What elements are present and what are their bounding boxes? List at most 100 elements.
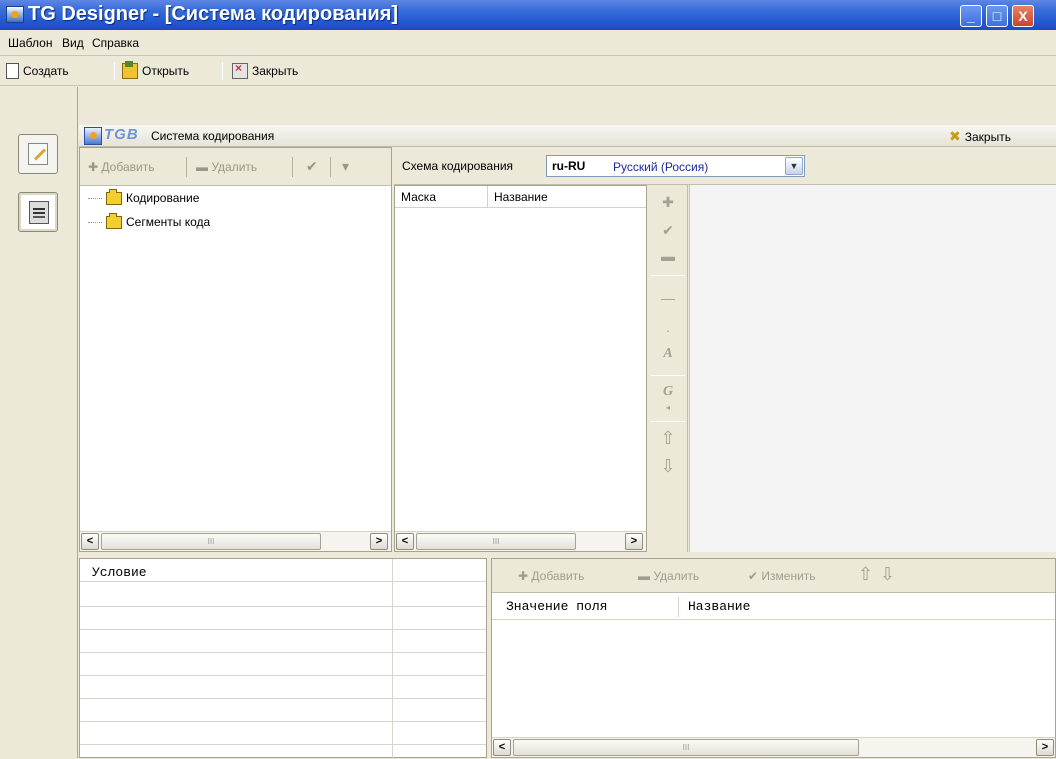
- mask-tool-strip: ✚ ✔ ▬ — · A G ◂ ⇧ ⇩: [648, 185, 688, 552]
- minimize-button[interactable]: _: [960, 5, 982, 27]
- scroll-right-button[interactable]: >: [370, 533, 388, 550]
- edit-area[interactable]: [689, 185, 1056, 552]
- mask-list[interactable]: Маска Название < III >: [394, 185, 647, 552]
- column-header-mask[interactable]: Маска: [395, 186, 487, 208]
- column-divider: [392, 559, 393, 759]
- scheme-code: ru-RU: [552, 159, 586, 173]
- document-icon: [29, 201, 49, 224]
- column-header-name[interactable]: Название: [487, 186, 646, 208]
- grid-row-line: [80, 744, 486, 745]
- tree-toolbar: ✚ Добавить ▬ Удалить ✔ ▾: [80, 148, 391, 186]
- filter-icon[interactable]: ▾: [342, 158, 349, 175]
- column-header-field-value[interactable]: Значение поля: [506, 599, 607, 614]
- move-down-icon[interactable]: ⇩: [659, 457, 677, 475]
- strip-separator: [651, 375, 685, 376]
- header-divider: [492, 619, 1055, 620]
- scroll-left-button[interactable]: <: [396, 533, 414, 550]
- pencil-icon: [28, 143, 48, 165]
- close-x-icon: ✖: [949, 128, 961, 144]
- grid-row-line: [80, 629, 486, 630]
- values-pane: ✚ Добавить ▬ Удалить ✔ Изменить ⇧ ⇩ Знач…: [491, 558, 1056, 758]
- a-icon[interactable]: A: [659, 345, 677, 363]
- grid-row-line: [80, 698, 486, 699]
- scroll-thumb[interactable]: III: [101, 533, 321, 550]
- sidebar-document-button[interactable]: [18, 192, 58, 232]
- check-icon[interactable]: ✔: [306, 158, 318, 175]
- minus-icon: ▬: [196, 160, 208, 174]
- tree-hscrollbar[interactable]: < III >: [80, 531, 391, 551]
- dash-icon[interactable]: —: [659, 289, 677, 307]
- app-icon[interactable]: [6, 6, 24, 23]
- folder-icon: [106, 212, 122, 229]
- chevron-down-icon[interactable]: ▼: [785, 157, 803, 175]
- toolbar-separator: [292, 157, 293, 177]
- tgb-logo-icon: [84, 127, 102, 145]
- grid-row-line: [80, 675, 486, 676]
- close-window-button[interactable]: X: [1012, 5, 1034, 27]
- open-button[interactable]: Открыть: [122, 61, 189, 81]
- title-bar[interactable]: TG Designer - [Система кодирования] _ □ …: [0, 0, 1056, 30]
- dot-icon[interactable]: ·: [659, 321, 677, 339]
- add-icon[interactable]: ✚: [659, 193, 677, 211]
- values-edit-button[interactable]: ✔ Изменить: [748, 569, 816, 583]
- move-up-icon[interactable]: ⇧: [659, 429, 677, 447]
- tree-add-button[interactable]: ✚ Добавить: [88, 160, 154, 174]
- tree-delete-button[interactable]: ▬ Удалить: [196, 160, 257, 174]
- minus-icon[interactable]: ▬: [659, 247, 677, 265]
- create-label: Создать: [23, 64, 69, 78]
- create-button[interactable]: Создать: [6, 61, 69, 81]
- toolbar-separator: [330, 157, 331, 177]
- inner-close-label: Закрыть: [964, 130, 1011, 144]
- menu-help[interactable]: Справка: [92, 36, 139, 50]
- new-document-icon: [6, 63, 19, 79]
- toolbar-separator: [114, 62, 115, 80]
- scroll-thumb[interactable]: III: [416, 533, 576, 550]
- values-add-label: Добавить: [531, 569, 585, 583]
- folder-open-icon: [106, 188, 122, 205]
- mask-hscrollbar[interactable]: < III >: [395, 531, 646, 551]
- plus-icon: ✚: [88, 160, 99, 174]
- column-header-name[interactable]: Название: [688, 599, 750, 614]
- tree-item-code-segments[interactable]: Сегменты кода: [88, 212, 210, 232]
- inner-window-header: TGB Система кодирования ✖ Закрыть: [79, 125, 1056, 147]
- arrow-left-small-icon[interactable]: ◂: [659, 399, 677, 417]
- strip-separator: [651, 275, 685, 276]
- menu-template[interactable]: Шаблон: [8, 36, 52, 50]
- scroll-right-button[interactable]: >: [625, 533, 643, 550]
- values-edit-label: Изменить: [761, 569, 816, 583]
- inner-close-button[interactable]: ✖ Закрыть: [949, 128, 1011, 145]
- values-hscrollbar[interactable]: < III >: [492, 737, 1055, 757]
- values-toolbar: ✚ Добавить ▬ Удалить ✔ Изменить ⇧ ⇩: [492, 559, 1055, 593]
- toolbar-separator: [186, 157, 187, 177]
- open-label: Открыть: [142, 64, 190, 78]
- scroll-right-button[interactable]: >: [1036, 739, 1054, 756]
- tree-delete-label: Удалить: [211, 160, 258, 174]
- inner-window-title: Система кодирования: [151, 129, 275, 143]
- maximize-button[interactable]: □: [986, 5, 1008, 27]
- values-delete-button[interactable]: ▬ Удалить: [638, 569, 699, 583]
- move-down-icon[interactable]: ⇩: [880, 564, 895, 585]
- scroll-left-button[interactable]: <: [81, 533, 99, 550]
- grid-row-line: [80, 581, 486, 582]
- scheme-name: Русский (Россия): [613, 160, 709, 174]
- scroll-left-button[interactable]: <: [493, 739, 511, 756]
- tree-add-label: Добавить: [101, 160, 155, 174]
- main-toolbar: Создать Открыть Закрыть: [0, 56, 1056, 86]
- menu-view[interactable]: Вид: [62, 36, 84, 50]
- check-icon[interactable]: ✔: [659, 221, 677, 239]
- strip-separator: [651, 421, 685, 422]
- scroll-thumb[interactable]: III: [513, 739, 859, 756]
- column-header-condition[interactable]: Условие: [92, 565, 147, 580]
- sidebar: [0, 87, 78, 758]
- values-add-button[interactable]: ✚ Добавить: [518, 569, 584, 583]
- grid-row-line: [80, 606, 486, 607]
- sidebar-edit-button[interactable]: [18, 134, 58, 174]
- close-label: Закрыть: [252, 64, 299, 78]
- scheme-header: Схема кодирования ru-RU Русский (Россия)…: [394, 147, 1056, 185]
- grid-row-line: [80, 652, 486, 653]
- conditions-pane[interactable]: Условие: [79, 558, 487, 759]
- move-up-icon[interactable]: ⇧: [858, 564, 873, 585]
- scheme-select[interactable]: ru-RU Русский (Россия) ▼: [546, 155, 805, 177]
- tree-item-coding[interactable]: Кодирование: [88, 188, 199, 208]
- close-button[interactable]: Закрыть: [232, 61, 298, 81]
